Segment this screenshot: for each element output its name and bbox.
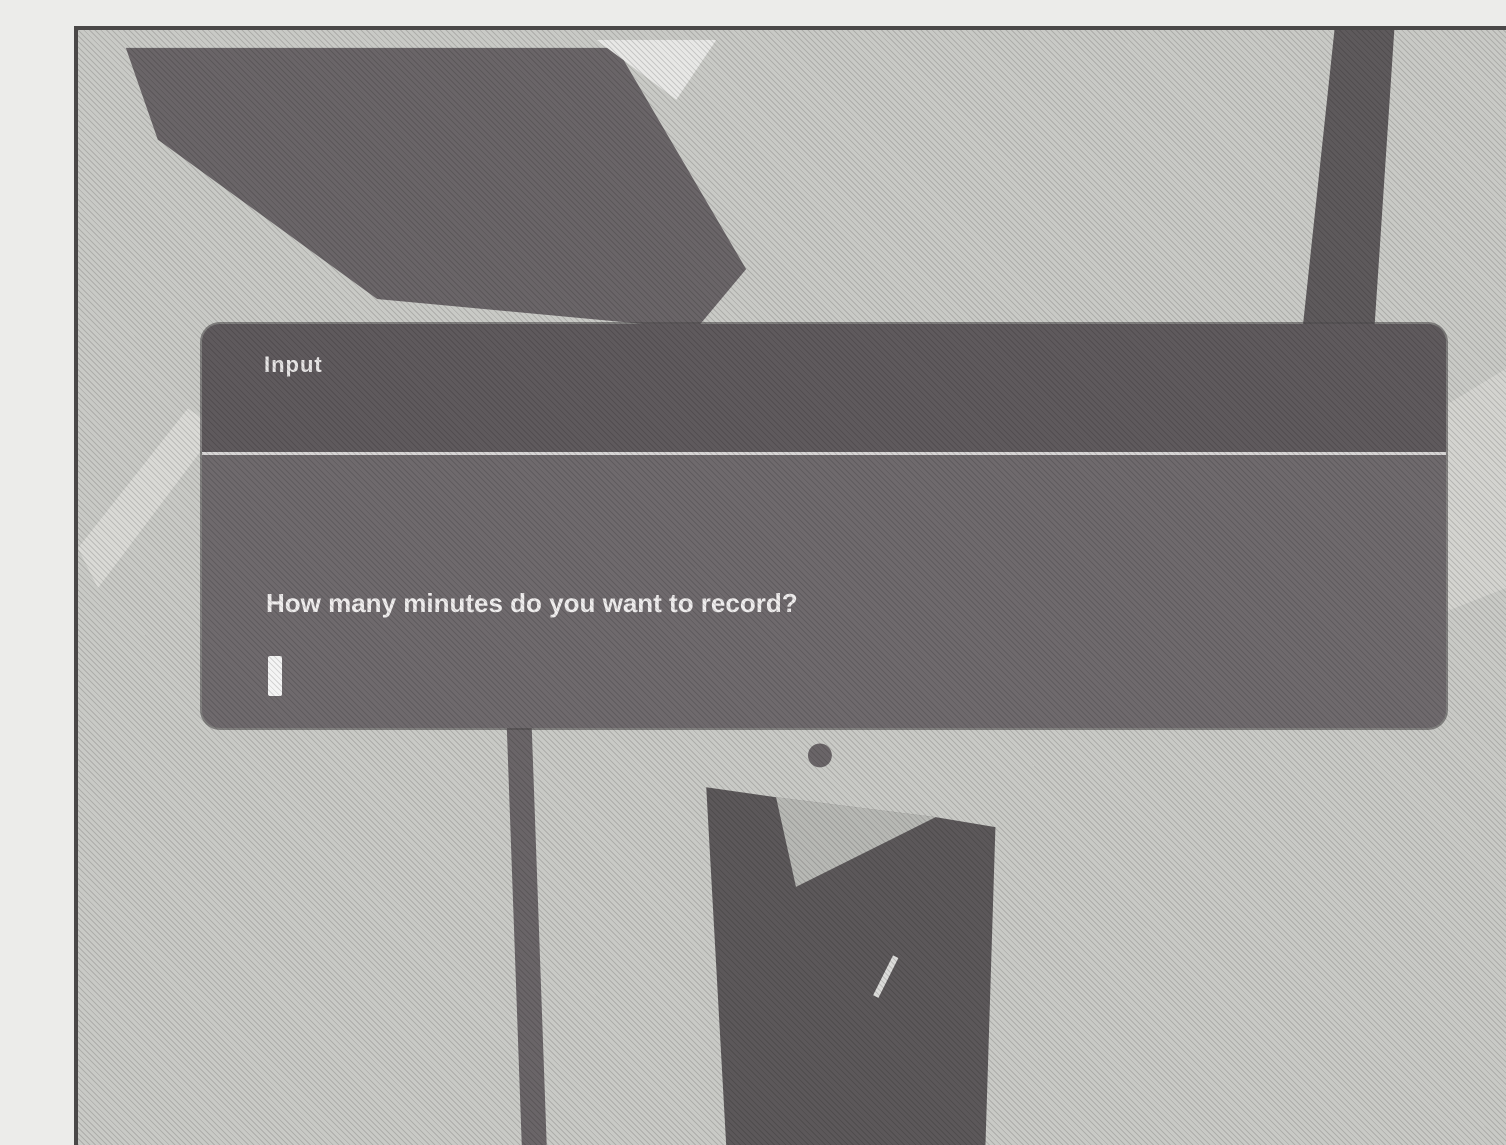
minutes-input[interactable] (266, 650, 826, 694)
screenshot-page: Input How many minutes do you want to re… (0, 0, 1506, 1145)
input-dialog: Input How many minutes do you want to re… (202, 324, 1446, 728)
lower-center-knob (807, 743, 832, 768)
dialog-header: Input (202, 324, 1446, 455)
dialog-question: How many minutes do you want to record? (266, 588, 798, 618)
text-cursor-icon (268, 656, 282, 696)
photo-frame: Input How many minutes do you want to re… (74, 26, 1506, 1145)
dialog-title: Input (264, 352, 323, 377)
